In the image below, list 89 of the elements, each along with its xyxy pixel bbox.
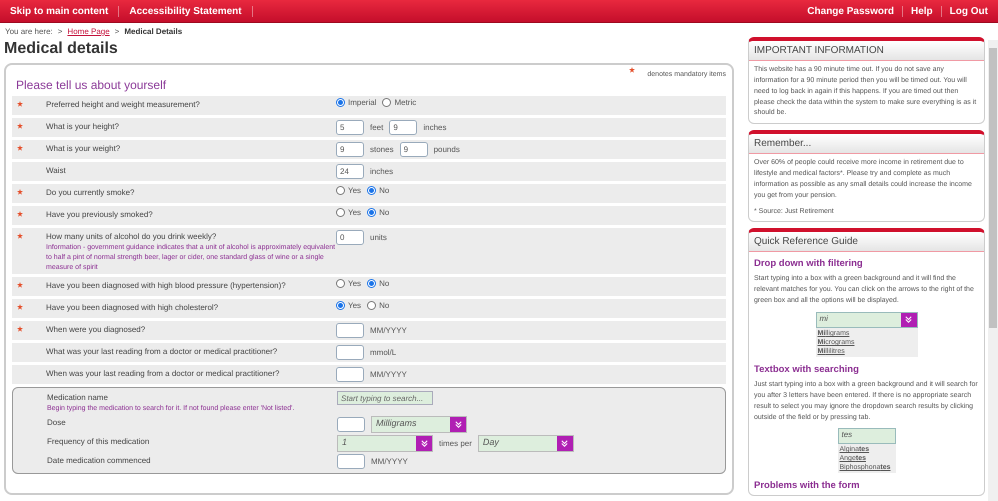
question-label: Dose — [47, 417, 67, 428]
unit-label: mmol/L — [370, 348, 396, 358]
chevron-down-icon — [904, 315, 913, 324]
section-title: Please tell us about yourself — [16, 78, 168, 92]
nav-link[interactable]: Log Out — [940, 6, 988, 16]
radio-button[interactable] — [382, 98, 392, 107]
radio-option[interactable]: No — [367, 186, 390, 195]
chevron-down-icon — [454, 420, 462, 430]
radio-button[interactable] — [336, 279, 345, 288]
unit-label: MM/YYYY — [370, 326, 407, 336]
radio-option[interactable]: Yes — [336, 279, 362, 288]
nav-link[interactable]: Accessibility Statement — [119, 6, 253, 16]
question-label: What is your height? — [46, 121, 120, 131]
input-field[interactable] — [336, 323, 364, 338]
breadcrumb-prefix: You are here: — [5, 27, 53, 36]
input-field[interactable]: 9 — [400, 142, 428, 157]
question-label: When was your last reading from a doctor or medical practitioner? — [46, 368, 280, 378]
radio-option[interactable]: Yes — [336, 186, 362, 195]
breadcrumb-separator: > — [114, 27, 120, 36]
unit-label: times per — [439, 439, 472, 448]
panel-title: IMPORTANT INFORMATION — [749, 41, 984, 61]
breadcrumb-link[interactable]: Home Page — [67, 27, 110, 36]
input-field[interactable] — [337, 417, 365, 432]
nav-link[interactable]: Help — [902, 6, 941, 16]
unit-label: units — [370, 233, 387, 242]
breadcrumb-current: Medical Details — [124, 27, 182, 36]
question-label: Frequency of this medication — [47, 436, 150, 446]
input-field[interactable]: 9 — [389, 120, 418, 135]
question-label: Have you been diagnosed with high blood pressure (hypertension)? — [46, 280, 287, 290]
scrollbar-thumb[interactable] — [989, 48, 997, 328]
nav-link[interactable]: Skip to main content — [10, 6, 120, 16]
dropdown-field[interactable]: mi — [816, 312, 918, 328]
radio-option[interactable]: Yes — [336, 208, 362, 217]
question-label: Medication name — [47, 392, 109, 402]
radio-option[interactable]: No — [367, 301, 390, 310]
radio-button[interactable] — [336, 301, 345, 310]
input-field[interactable] — [337, 454, 365, 470]
unit-label: pounds — [434, 145, 460, 154]
question-label: What was your last reading from a doctor or medical practitioner? — [46, 346, 278, 356]
radio-option[interactable]: Imperial — [336, 98, 376, 107]
input-field[interactable]: 24 — [336, 164, 364, 179]
guide-heading: Drop down with filtering — [754, 258, 864, 270]
unit-label: inches — [370, 167, 394, 176]
radio-button[interactable] — [336, 98, 345, 107]
radio-option[interactable]: Metric — [382, 98, 416, 107]
guide-heading: Problems with the form — [754, 480, 861, 492]
question-label: Preferred height and weight measurement? — [46, 99, 201, 109]
input-field[interactable] — [336, 345, 364, 360]
question-label: When were you diagnosed? — [46, 324, 146, 334]
unit-label: MM/YYYY — [371, 457, 408, 466]
question-label: Waist — [46, 165, 67, 175]
unit-label: inches — [423, 123, 446, 132]
unit-label: feet — [370, 123, 384, 132]
unit-label: MM/YYYY — [370, 370, 407, 380]
chevron-down-icon — [420, 439, 428, 448]
radio-option[interactable]: No — [367, 208, 390, 217]
breadcrumb-separator: > — [58, 27, 62, 36]
nav-link[interactable]: Change Password — [807, 6, 902, 16]
page-title: Medical details — [4, 40, 119, 58]
scrollbar[interactable] — [988, 40, 998, 501]
required-star-icon — [629, 67, 636, 73]
question-label: Have you previously smoked? — [46, 209, 154, 219]
question-label: Do you currently smoke? — [46, 187, 136, 197]
question-label: What is your weight? — [46, 143, 122, 153]
panel-title: Quick Reference Guide — [749, 232, 984, 252]
radio-button[interactable] — [367, 301, 376, 310]
unit-label: stones — [370, 145, 394, 154]
dropdown-field[interactable]: Milligrams — [371, 416, 467, 434]
radio-button[interactable] — [367, 208, 376, 217]
dropdown-field[interactable]: Day — [478, 435, 574, 452]
search-field[interactable]: tes — [838, 428, 896, 444]
guide-heading: Textbox with searching — [754, 364, 860, 375]
input-field[interactable]: 5 — [336, 120, 364, 135]
radio-button[interactable] — [367, 186, 376, 195]
radio-option[interactable]: No — [367, 279, 390, 288]
dropdown-field[interactable]: 1 — [337, 435, 433, 452]
radio-button[interactable] — [336, 186, 345, 195]
search-field[interactable]: Start typing to search... — [337, 391, 433, 406]
question-label: How many units of alcohol do you drink weekly? — [46, 231, 218, 241]
panel-title: Remember... — [749, 134, 984, 154]
radio-button[interactable] — [367, 279, 376, 288]
input-field[interactable]: 0 — [336, 230, 364, 245]
radio-button[interactable] — [336, 208, 345, 217]
question-label: Have you been diagnosed with high cholesterol? — [46, 302, 220, 312]
chevron-down-icon — [560, 439, 570, 448]
input-field[interactable]: 9 — [336, 142, 364, 157]
question-label: Date medication commenced — [47, 455, 152, 466]
input-field[interactable] — [336, 367, 364, 382]
radio-option[interactable]: Yes — [336, 301, 362, 310]
